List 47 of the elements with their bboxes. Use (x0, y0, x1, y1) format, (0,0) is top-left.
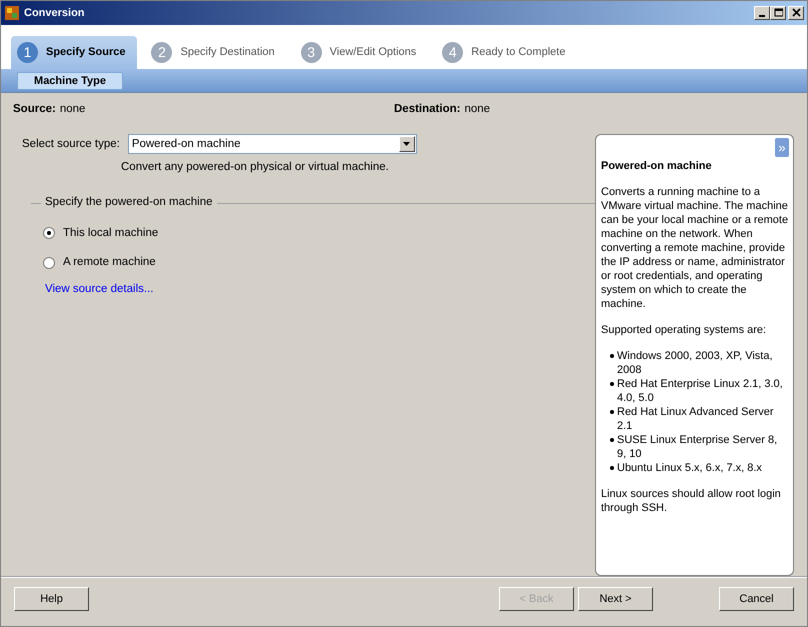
list-item-text: Red Hat Enterprise Linux 2.1, 3.0, 4.0, 5.0 (617, 377, 784, 406)
step-number: 2 (151, 42, 172, 63)
minimize-button[interactable] (754, 6, 770, 20)
step-number: 3 (300, 42, 322, 63)
bullet-icon (610, 354, 614, 358)
hint-text: Convert any powered-on physical or virtual machine. (121, 160, 390, 176)
dialog-button[interactable]: Cancel (719, 587, 794, 612)
radio-button[interactable] (43, 256, 55, 269)
radio-option[interactable]: This local machine (43, 224, 158, 242)
list-item-text: Windows 2000, 2003, XP, Vista, 2008 (617, 349, 774, 378)
wizard-step-tab[interactable]: 3 View/Edit Options (294, 36, 428, 69)
list-item-text: SUSE Linux Enterprise Server 8, 9, 10 (617, 433, 778, 462)
summary-value: none (60, 102, 86, 117)
step-number: 4 (442, 42, 464, 63)
radio-option[interactable]: A remote machine (43, 254, 156, 272)
minimize-icon (759, 14, 765, 17)
view-details-link[interactable]: View source details... (45, 283, 154, 296)
help-text: Supported operating systems are: (601, 323, 768, 338)
dialog-button[interactable]: Next > (578, 587, 653, 612)
list-item-text: Red Hat Linux Advanced Server 2.1 (617, 405, 775, 434)
source-type-dropdown[interactable]: Powered-on machine (128, 134, 417, 154)
window-title: Conversion (24, 6, 85, 21)
dialog-button[interactable]: Help (14, 587, 89, 612)
bullet-icon (610, 382, 614, 386)
close-button[interactable] (788, 6, 804, 20)
close-icon (792, 8, 800, 18)
bullet-icon (610, 410, 614, 414)
sub-tab[interactable]: Machine Type (17, 72, 123, 90)
wizard-step-tab[interactable]: 1 Specify Source (11, 36, 138, 69)
summary-value: none (464, 102, 490, 117)
help-text: Linux sources should allow root login through SSH. (601, 487, 782, 516)
summary-label: Destination: (394, 102, 460, 117)
summary-label: Source: (13, 102, 56, 117)
field-label: Select source type: (22, 136, 120, 152)
wizard-step-tab[interactable]: 4 Ready to Complete (436, 36, 578, 69)
wizard-step-tab[interactable]: 2 Specify Destination (145, 36, 287, 69)
bullet-icon (610, 438, 614, 442)
list-item-text: Ubuntu Linux 5.x, 6.x, 7.x, 8.x (617, 461, 762, 476)
help-text: Converts a running machine to a VMware virtual machine. The machine can be your local machine or a remote machine on the network. When converting a remote machine, provide the IP address or name, administrator or root credentials, and operating system on which to create the machine. (601, 185, 789, 312)
step-number: 1 (17, 42, 38, 63)
help-title: Powered-on machine (601, 159, 713, 174)
app-icon (4, 4, 20, 21)
maximize-button[interactable] (770, 6, 786, 20)
bullet-icon (610, 466, 614, 470)
radio-button[interactable] (43, 227, 55, 240)
group-title: Specify the powered-on machine (45, 195, 212, 210)
maximize-icon (774, 8, 782, 18)
